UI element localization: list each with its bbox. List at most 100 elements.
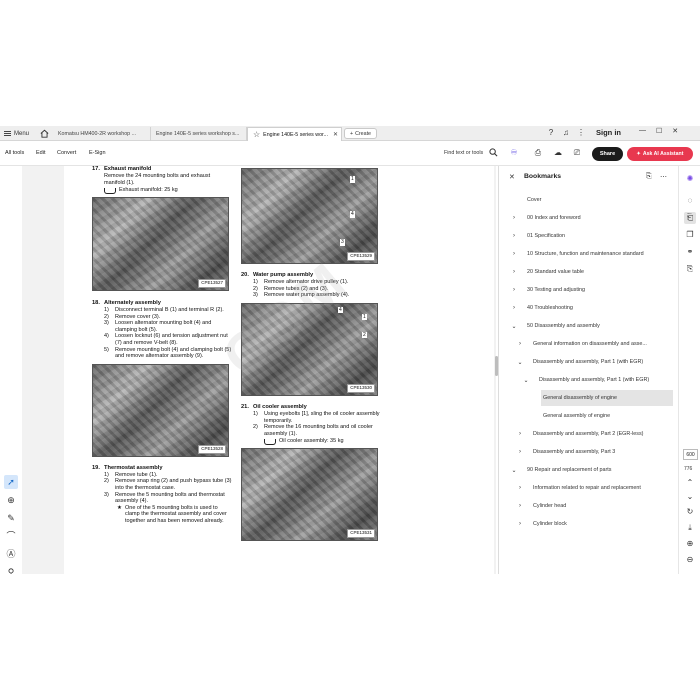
bookmark-label: Cylinder block xyxy=(533,521,567,527)
window-close-icon[interactable]: ✕ xyxy=(672,127,678,135)
maximize-icon[interactable]: ☐ xyxy=(656,127,662,135)
search-icon[interactable] xyxy=(489,148,498,157)
bookmark-item[interactable]: › General information on disassembly and … xyxy=(499,335,679,353)
bookmark-item[interactable]: › 30 Testing and adjusting xyxy=(499,281,679,299)
bookmark-item[interactable]: ⌄ Disassembly and assembly, Part 1 (with … xyxy=(499,371,679,389)
bookmark-item[interactable]: › 20 Standard value table xyxy=(499,263,679,281)
zoom-comment-icon[interactable]: ⊕ xyxy=(4,493,18,507)
zoom-out-icon[interactable]: ⊖ xyxy=(684,554,696,566)
bell-icon[interactable]: ♫ xyxy=(561,128,571,138)
callout-4: 4 xyxy=(338,306,343,314)
comment-icon[interactable]: ◌ xyxy=(684,195,696,207)
chevron-down-icon[interactable]: ⌄ xyxy=(517,359,523,366)
pages-icon[interactable]: ❐ xyxy=(684,229,696,241)
find-text-label[interactable]: Find text or tools xyxy=(444,150,483,156)
close-panel-icon[interactable]: ✕ xyxy=(509,173,515,181)
rotate-icon[interactable]: ↻ xyxy=(684,506,696,518)
zoom-in-icon[interactable]: ⊕ xyxy=(684,538,696,550)
chevron-right-icon[interactable]: › xyxy=(511,287,517,293)
chevron-right-icon[interactable]: › xyxy=(517,521,523,527)
create-button[interactable]: + Create xyxy=(344,128,377,139)
lifting-hook-icon xyxy=(264,438,276,445)
bookmark-label: 40 Troubleshooting xyxy=(527,305,573,311)
step-row: 3) Remove water pump assembly (4). xyxy=(253,292,350,299)
bookmark-item[interactable]: › 00 Index and foreword xyxy=(499,209,679,227)
menu-edit[interactable]: Edit xyxy=(36,150,45,156)
bookmark-label: 30 Testing and adjusting xyxy=(527,287,586,293)
chevron-right-icon[interactable]: › xyxy=(517,431,523,437)
sign-in-link[interactable]: Sign in xyxy=(596,128,621,137)
bookmark-item[interactable]: ⌄ 50 Disassembly and assembly xyxy=(499,317,679,335)
bookmark-item[interactable]: › Disassembly and assembly, Part 3 xyxy=(499,443,679,461)
ai-search-icon[interactable]: ♾ xyxy=(509,148,519,158)
apps-grid-icon[interactable]: ⋮ xyxy=(576,128,586,138)
create-label: Create xyxy=(355,130,371,137)
bookmark-item[interactable]: ⌄ 90 Repair and replacement of parts xyxy=(499,461,679,479)
chevron-right-icon[interactable]: › xyxy=(511,269,517,275)
chevron-down-icon[interactable]: ⌄ xyxy=(511,323,517,330)
chevron-right-icon[interactable]: › xyxy=(511,233,517,239)
attachment-icon[interactable]: ⎘ xyxy=(684,263,696,275)
bookmark-item[interactable]: General disassembly of engine xyxy=(499,389,679,407)
download-icon[interactable]: ⤓ xyxy=(684,522,696,534)
main-toolbar: All tools Edit Convert E-Sign Find text … xyxy=(0,142,700,166)
bookmark-item[interactable]: › Disassembly and assembly, Part 2 (EGR-l… xyxy=(499,425,679,443)
bookmark-item[interactable]: › Cylinder head xyxy=(499,497,679,515)
chevron-right-icon[interactable]: › xyxy=(517,449,523,455)
more-options-icon[interactable]: ⋯ xyxy=(660,173,667,181)
bookmark-item[interactable]: › 01 Specification xyxy=(499,227,679,245)
minimize-icon[interactable]: — xyxy=(639,127,646,135)
chevron-right-icon[interactable]: › xyxy=(517,485,523,491)
chevron-right-icon[interactable]: › xyxy=(511,251,517,257)
step-row: 1) Disconnect terminal B (1) and terminal… xyxy=(104,306,224,313)
section-17-heading: 17. Exhaust manifold xyxy=(92,166,152,172)
bookmark-item[interactable]: › Information related to repair and repla… xyxy=(499,479,679,497)
ai-assistant-label: Ask AI Assistant xyxy=(642,151,684,157)
home-icon[interactable] xyxy=(39,128,50,139)
menu-all-tools[interactable]: All tools xyxy=(5,150,24,156)
engine-top-photo: 1 4 3 CPE13529 xyxy=(241,168,378,264)
chevron-right-icon[interactable]: › xyxy=(511,305,517,311)
print-icon[interactable]: ⎚ xyxy=(572,148,582,158)
cloud-upload-icon[interactable]: ☁ xyxy=(553,148,563,158)
link-icon[interactable]: ⚭ xyxy=(684,246,696,258)
ai-rail-icon[interactable]: ✺ xyxy=(684,173,696,185)
bookmark-rail-icon[interactable]: ⎗ xyxy=(684,212,696,224)
step-row: 2) Remove tubes (2) and (3). xyxy=(253,285,329,292)
select-cursor-icon[interactable]: ➚ xyxy=(4,475,18,489)
close-tab-icon[interactable]: ✕ xyxy=(333,131,338,138)
bookmark-options-icon[interactable]: ⎘ xyxy=(646,173,652,181)
help-icon[interactable]: ? xyxy=(546,128,556,138)
menu-convert[interactable]: Convert xyxy=(57,150,76,156)
menu-esign[interactable]: E-Sign xyxy=(89,150,106,156)
document-viewport[interactable]: 17. Exhaust manifold Remove the 24 mounti… xyxy=(22,166,496,574)
bookmark-item[interactable]: › 40 Troubleshooting xyxy=(499,299,679,317)
tab-engine-workshop[interactable]: Engine 140E-5 series workshop s... xyxy=(151,127,247,141)
tab-engine-active[interactable]: ☆ Engine 140E-5 series wor... ✕ xyxy=(247,127,342,141)
tab-komatsu[interactable]: Komatsu HM400-2R workshop ... xyxy=(53,127,151,141)
bookmark-item[interactable]: › Cylinder block xyxy=(499,515,679,533)
page-up-icon[interactable]: ⌃ xyxy=(684,477,696,489)
chevron-right-icon[interactable]: › xyxy=(517,503,523,509)
lasso-icon[interactable]: ⌒ xyxy=(4,529,18,543)
chevron-right-icon[interactable]: › xyxy=(517,341,523,347)
page-down-icon[interactable]: ⌄ xyxy=(684,491,696,503)
chevron-down-icon[interactable]: ⌄ xyxy=(523,377,529,384)
share-button[interactable]: Share xyxy=(592,147,623,161)
photo-code: CPE13528 xyxy=(198,445,226,454)
menu-button[interactable]: Menu xyxy=(4,128,29,139)
save-icon[interactable]: ⎙ xyxy=(533,148,543,158)
bookmark-item[interactable]: ⌄ Disassembly and assembly, Part 1 (with … xyxy=(499,353,679,371)
step-row: 4) Loosen locknut (6) and tension adjustm… xyxy=(104,333,228,346)
stamp-icon[interactable]: ⚲ xyxy=(4,565,18,574)
ai-assistant-button[interactable]: ✦ Ask AI Assistant xyxy=(627,147,693,161)
bookmark-item[interactable]: › 10 Structure, function and maintenance … xyxy=(499,245,679,263)
chevron-right-icon[interactable]: › xyxy=(511,215,517,221)
page-number-input[interactable]: 600 xyxy=(683,449,698,460)
bookmark-item[interactable]: Cover xyxy=(499,191,679,209)
bookmark-item[interactable]: General assembly of engine xyxy=(499,407,679,425)
text-box-icon[interactable]: Ⓐ xyxy=(4,547,18,561)
pen-icon[interactable]: ✎ xyxy=(4,511,18,525)
bookmarks-header: ✕ Bookmarks ⎘ ⋯ xyxy=(499,171,679,185)
chevron-down-icon[interactable]: ⌄ xyxy=(511,467,517,474)
